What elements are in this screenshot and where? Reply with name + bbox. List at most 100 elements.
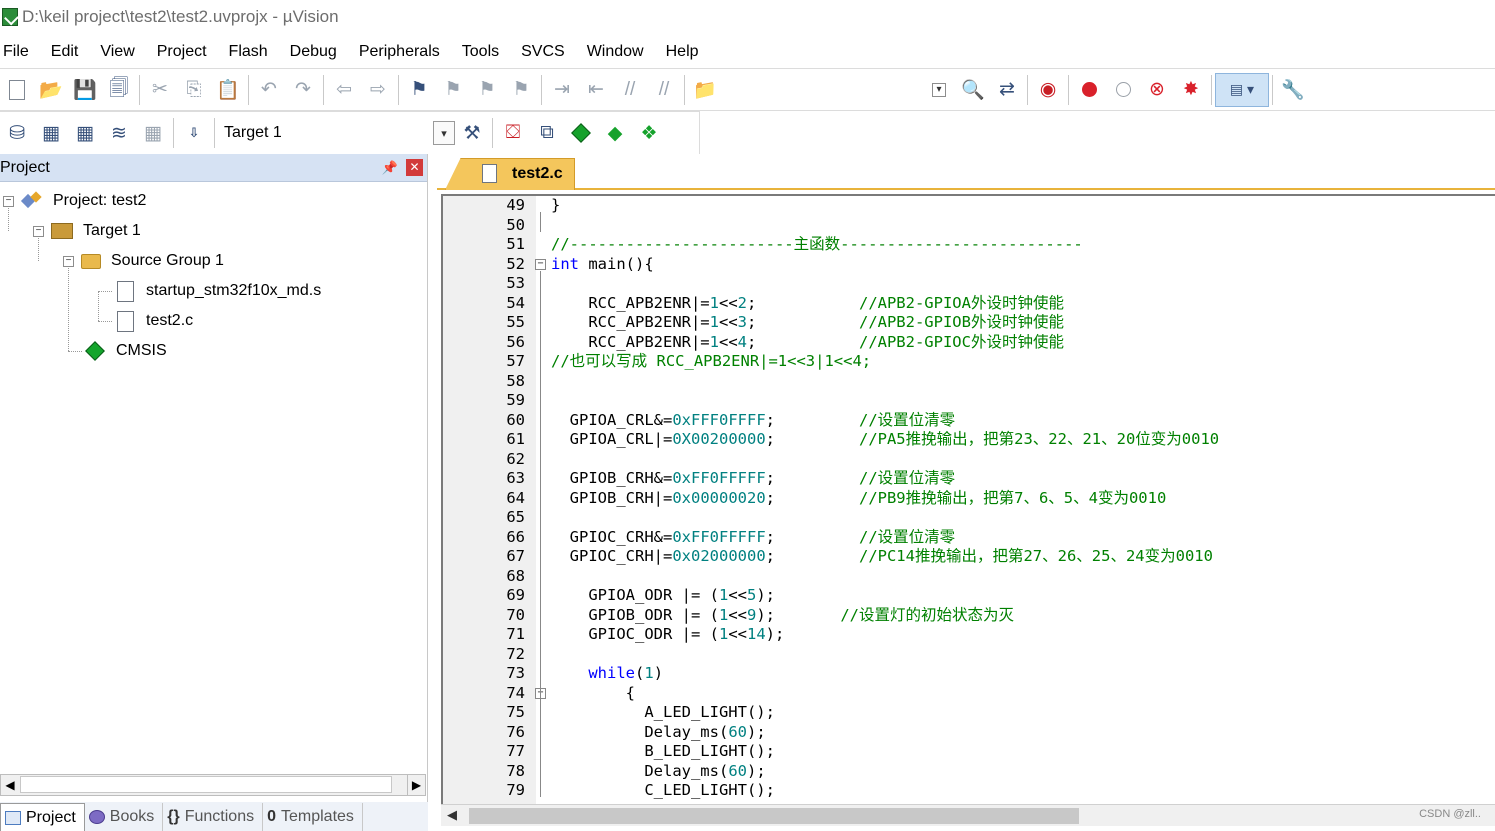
scroll-right-icon[interactable]: ▶ bbox=[407, 775, 425, 795]
code-line[interactable]: 58 bbox=[443, 372, 1493, 392]
code-line[interactable]: 59 bbox=[443, 391, 1493, 411]
code-line[interactable]: 53 bbox=[443, 274, 1493, 294]
code-line[interactable]: 73 while(1) bbox=[443, 664, 1493, 684]
tab-books[interactable]: Books bbox=[85, 803, 164, 831]
bookmark-icon[interactable]: ⚑ bbox=[402, 73, 436, 107]
navigate-forward-icon[interactable]: ⇨ bbox=[361, 73, 395, 107]
code-line[interactable]: 69 GPIOA_ODR |= (1<<5); bbox=[443, 586, 1493, 606]
new-file-icon[interactable] bbox=[0, 73, 34, 107]
cut-icon[interactable]: ✂ bbox=[143, 73, 177, 107]
code-line[interactable]: 78 Delay_ms(60); bbox=[443, 762, 1493, 782]
insert-breakpoint-icon[interactable] bbox=[1072, 73, 1106, 107]
uncomment-icon[interactable]: // bbox=[647, 73, 681, 107]
tab-templates[interactable]: 0 Templates bbox=[263, 803, 363, 831]
incremental-find-icon[interactable]: ⇄ bbox=[990, 73, 1024, 107]
file-extensions-icon[interactable]: ⛋ bbox=[496, 116, 530, 150]
build-icon[interactable]: ▦ bbox=[34, 116, 68, 150]
menu-flash[interactable]: Flash bbox=[218, 38, 279, 66]
tree-item-project[interactable]: − Project: test2 bbox=[3, 189, 146, 213]
enable-breakpoint-icon[interactable] bbox=[1106, 73, 1140, 107]
scroll-left-icon[interactable]: ◀ bbox=[447, 807, 457, 823]
find-in-files-icon[interactable]: 📁 bbox=[688, 73, 722, 107]
kill-breakpoints-icon[interactable]: ✸ bbox=[1174, 73, 1208, 107]
manage-multi-project-icon[interactable]: ⧉ bbox=[530, 116, 564, 150]
project-horizontal-scrollbar[interactable]: ◀ ▶ bbox=[0, 774, 426, 796]
find-icon[interactable]: 🔍 bbox=[956, 73, 990, 107]
code-line[interactable]: 75 A_LED_LIGHT(); bbox=[443, 703, 1493, 723]
navigate-back-icon[interactable]: ⇦ bbox=[327, 73, 361, 107]
code-line[interactable]: 65 bbox=[443, 508, 1493, 528]
target-select[interactable]: Target 1 bbox=[218, 119, 433, 147]
code-line[interactable]: 51 //------------------------主函数---------… bbox=[443, 235, 1493, 255]
find-dropdown-icon[interactable]: ▾ bbox=[922, 73, 956, 107]
code-line[interactable]: 54 RCC_APB2ENR|=1<<2; //APB2-GPIOA外设时钟使能 bbox=[443, 294, 1493, 314]
tab-project[interactable]: Project bbox=[0, 803, 85, 831]
stop-build-icon[interactable]: ▦ bbox=[136, 116, 170, 150]
configure-icon[interactable]: 🔧 bbox=[1276, 73, 1310, 107]
code-line[interactable]: 70 GPIOB_ODR |= (1<<9); //设置灯的初始状态为灭 bbox=[443, 606, 1493, 626]
editor-horizontal-scrollbar[interactable]: ◀ CSDN @zll.. bbox=[441, 804, 1495, 826]
menu-edit[interactable]: Edit bbox=[40, 38, 90, 66]
unindent-icon[interactable]: ⇤ bbox=[579, 73, 613, 107]
collapse-icon[interactable]: − bbox=[63, 255, 74, 267]
disable-breakpoints-icon[interactable]: ⊗ bbox=[1140, 73, 1174, 107]
collapse-icon[interactable]: − bbox=[3, 195, 14, 207]
prev-bookmark-icon[interactable]: ⚑ bbox=[436, 73, 470, 107]
code-line[interactable]: 68 bbox=[443, 567, 1493, 587]
code-line[interactable]: 52 int main(){− bbox=[443, 255, 1493, 275]
manage-run-time-environment-icon[interactable] bbox=[564, 116, 598, 150]
menu-peripherals[interactable]: Peripherals bbox=[348, 38, 451, 66]
menu-tools[interactable]: Tools bbox=[451, 38, 510, 66]
tab-test2-c[interactable]: test2.c bbox=[445, 158, 575, 190]
undo-icon[interactable]: ↶ bbox=[252, 73, 286, 107]
download-icon[interactable]: ⇩ bbox=[177, 116, 211, 150]
next-bookmark-icon[interactable]: ⚑ bbox=[470, 73, 504, 107]
code-line[interactable]: 63 GPIOB_CRH&=0xFF0FFFFF; //设置位清零 bbox=[443, 469, 1493, 489]
code-line[interactable]: 66 GPIOC_CRH&=0xFF0FFFFF; //设置位清零 bbox=[443, 528, 1493, 548]
code-line[interactable]: 56 RCC_APB2ENR|=1<<4; //APB2-GPIOC外设时钟使能 bbox=[443, 333, 1493, 353]
tab-functions[interactable]: {} Functions bbox=[163, 803, 264, 831]
code-line[interactable]: 77 B_LED_LIGHT(); bbox=[443, 742, 1493, 762]
menu-file[interactable]: File bbox=[0, 38, 40, 66]
save-all-icon[interactable]: 🗐 bbox=[102, 73, 136, 107]
code-line[interactable]: 67 GPIOC_CRH|=0x02000000; //PC14推挽输出，把第2… bbox=[443, 547, 1493, 567]
rebuild-icon[interactable]: ▦ bbox=[68, 116, 102, 150]
open-file-icon[interactable]: 📂 bbox=[34, 73, 68, 107]
code-line[interactable]: 49} bbox=[443, 196, 1493, 216]
tree-item-startup-file[interactable]: startup_stm32f10x_md.s bbox=[117, 279, 321, 303]
menu-help[interactable]: Help bbox=[655, 38, 710, 66]
code-line[interactable]: 57 //也可以写成 RCC_APB2ENR|=1<<3|1<<4; bbox=[443, 352, 1493, 372]
batch-build-icon[interactable]: ≋ bbox=[102, 116, 136, 150]
tree-item-target[interactable]: − Target 1 bbox=[33, 219, 141, 243]
pack-installer-icon[interactable]: ❖ bbox=[632, 116, 666, 150]
tree-item-source-group[interactable]: − Source Group 1 bbox=[63, 249, 224, 273]
menu-debug[interactable]: Debug bbox=[279, 38, 348, 66]
fold-toggle-icon[interactable]: − bbox=[535, 258, 546, 270]
save-icon[interactable]: 💾 bbox=[68, 73, 102, 107]
translate-icon[interactable]: ⛁ bbox=[0, 116, 34, 150]
comment-icon[interactable]: // bbox=[613, 73, 647, 107]
scrollbar-thumb[interactable] bbox=[469, 808, 1079, 824]
menu-window[interactable]: Window bbox=[576, 38, 655, 66]
code-line[interactable]: 74 {− bbox=[443, 684, 1493, 704]
code-line[interactable]: 60 GPIOA_CRL&=0xFFF0FFFF; //设置位清零 bbox=[443, 411, 1493, 431]
pin-icon[interactable]: 📌 bbox=[382, 160, 398, 176]
code-line[interactable]: 76 Delay_ms(60); bbox=[443, 723, 1493, 743]
copy-icon[interactable]: ⎘ bbox=[177, 73, 211, 107]
code-line[interactable]: 62 bbox=[443, 450, 1493, 470]
target-dropdown-icon[interactable]: ▾ bbox=[433, 121, 455, 145]
indent-icon[interactable]: ⇥ bbox=[545, 73, 579, 107]
menu-view[interactable]: View bbox=[89, 38, 145, 66]
scrollbar-thumb[interactable] bbox=[20, 776, 392, 793]
menu-svcs[interactable]: SVCS bbox=[510, 38, 576, 66]
redo-icon[interactable]: ↷ bbox=[286, 73, 320, 107]
select-software-packs-icon[interactable]: ◆ bbox=[598, 116, 632, 150]
tree-item-cmsis[interactable]: CMSIS bbox=[84, 339, 167, 363]
menu-project[interactable]: Project bbox=[146, 38, 218, 66]
code-line[interactable]: 79 C_LED_LIGHT(); bbox=[443, 781, 1493, 801]
code-editor[interactable]: 49} 50 51//------------------------主函数----… bbox=[441, 194, 1495, 804]
code-line[interactable]: 50 bbox=[443, 216, 1493, 236]
close-icon[interactable]: ✕ bbox=[406, 159, 423, 176]
scroll-left-icon[interactable]: ◀ bbox=[1, 775, 19, 795]
code-line[interactable]: 71 GPIOC_ODR |= (1<<14); bbox=[443, 625, 1493, 645]
